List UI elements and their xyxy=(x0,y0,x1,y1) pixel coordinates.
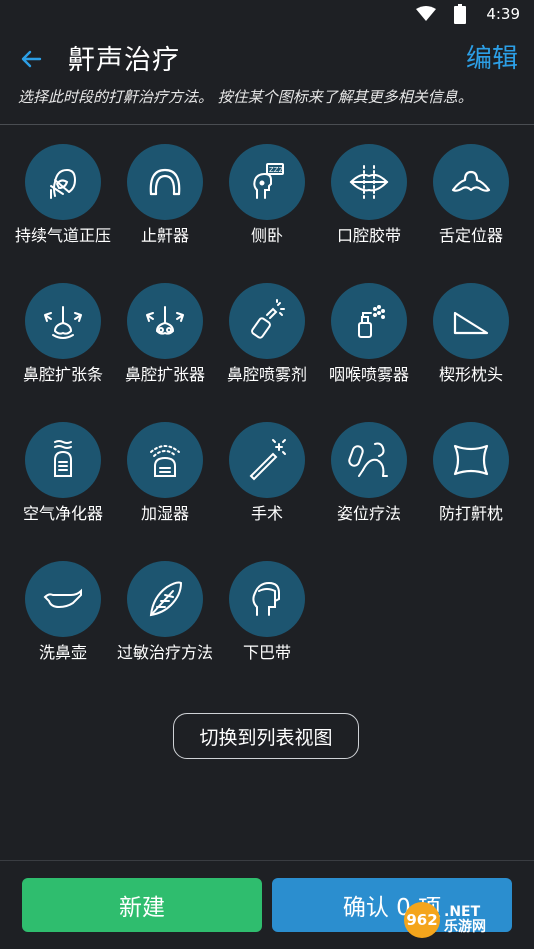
remedy-tile[interactable]: 手术 xyxy=(216,422,318,552)
toggle-list-view-button[interactable]: 切换到列表视图 xyxy=(173,713,359,759)
remedy-label: 鼻腔扩张器 xyxy=(124,365,205,384)
remedy-circle[interactable] xyxy=(127,144,203,220)
remedy-tile[interactable]: ZZZ 侧卧 xyxy=(216,144,318,274)
remedy-label: 过敏治疗方法 xyxy=(116,643,213,662)
air-purifier-icon xyxy=(54,440,72,477)
neti-pot-icon xyxy=(43,588,82,609)
remedy-label: 空气净化器 xyxy=(22,504,103,523)
remedy-circle[interactable] xyxy=(331,422,407,498)
remedy-circle[interactable] xyxy=(127,561,203,637)
nasal-dilator-icon xyxy=(146,306,184,335)
allergy-treatment-icon xyxy=(149,581,183,617)
remedy-circle[interactable] xyxy=(25,422,101,498)
footer-divider xyxy=(0,860,534,861)
remedy-label: 持续气道正压 xyxy=(14,226,111,245)
remedy-circle[interactable] xyxy=(25,561,101,637)
throat-spray-icon xyxy=(358,305,385,338)
remedy-circle[interactable] xyxy=(25,144,101,220)
positional-therapy-icon xyxy=(348,442,388,477)
remedy-tile[interactable]: 鼻腔扩张器 xyxy=(114,283,216,413)
remedy-label: 口腔胶带 xyxy=(336,226,401,245)
back-button[interactable] xyxy=(14,42,48,76)
remedy-tile[interactable]: 口腔胶带 xyxy=(318,144,420,274)
wedge-pillow-icon xyxy=(453,311,489,335)
remedy-circle[interactable] xyxy=(331,283,407,359)
page-title: 鼾声治疗 xyxy=(68,45,180,76)
remedy-label: 姿位疗法 xyxy=(336,504,401,523)
remedy-label: 侧卧 xyxy=(250,226,283,245)
remedy-label: 洗鼻壶 xyxy=(38,643,87,662)
remedy-circle[interactable] xyxy=(127,283,203,359)
remedy-circle[interactable] xyxy=(331,144,407,220)
remedy-tile[interactable]: 楔形枕头 xyxy=(420,283,522,413)
remedy-tile[interactable]: 洗鼻壶 xyxy=(12,561,114,691)
nasal-spray-icon xyxy=(251,299,285,339)
chin-strap-icon xyxy=(252,581,280,616)
remedy-tile[interactable]: 姿位疗法 xyxy=(318,422,420,552)
side-sleep-icon: ZZZ xyxy=(253,163,284,199)
svg-text:ZZZ: ZZZ xyxy=(269,166,284,174)
remedy-label: 手术 xyxy=(250,504,283,523)
remedy-circle[interactable] xyxy=(433,144,509,220)
remedy-tile[interactable]: 过敏治疗方法 xyxy=(114,561,216,691)
watermark-subtext: 乐游网 xyxy=(444,919,486,935)
status-time: 4:39 xyxy=(486,5,520,23)
remedy-label: 加湿器 xyxy=(140,504,189,523)
remedy-tile[interactable]: 咽喉喷雾器 xyxy=(318,283,420,413)
remedy-label: 鼻腔扩张条 xyxy=(22,365,103,384)
remedy-circle[interactable] xyxy=(127,422,203,498)
remedy-tile[interactable]: 加湿器 xyxy=(114,422,216,552)
remedy-tile[interactable]: 舌定位器 xyxy=(420,144,522,274)
remedy-tile[interactable]: 止鼾器 xyxy=(114,144,216,274)
edit-button[interactable]: 编辑 xyxy=(466,38,518,75)
remedy-circle[interactable] xyxy=(433,283,509,359)
remedy-circle[interactable]: ZZZ xyxy=(229,144,305,220)
remedy-tile[interactable]: 下巴带 xyxy=(216,561,318,691)
nasal-strip-icon xyxy=(44,306,82,339)
remedy-label: 止鼾器 xyxy=(140,226,189,245)
remedy-tile[interactable]: 鼻腔扩张条 xyxy=(12,283,114,413)
watermark-logo: 962 .NET 乐游网 xyxy=(404,896,528,944)
instruction-text: 选择此时段的打鼾治疗方法。 按住某个图标来了解其更多相关信息。 xyxy=(18,88,473,106)
wifi-icon xyxy=(416,6,436,21)
remedy-label: 楔形枕头 xyxy=(438,365,503,384)
remedy-label: 鼻腔喷雾剂 xyxy=(226,365,307,384)
watermark-badge: 962 xyxy=(404,902,440,938)
watermark-text: .NET xyxy=(444,904,481,920)
remedy-circle[interactable] xyxy=(229,422,305,498)
remedy-label: 下巴带 xyxy=(242,643,291,662)
cpap-mask-icon xyxy=(50,168,77,199)
remedy-circle[interactable] xyxy=(25,283,101,359)
remedy-tile[interactable]: 鼻腔喷雾剂 xyxy=(216,283,318,413)
watermark-text-block: .NET 乐游网 xyxy=(440,905,486,935)
battery-icon xyxy=(454,4,466,24)
remedy-label: 防打鼾枕 xyxy=(438,504,503,523)
remedy-tile[interactable]: 空气净化器 xyxy=(12,422,114,552)
surgery-icon xyxy=(249,439,286,481)
anti-snore-pillow-icon xyxy=(453,444,489,476)
humidifier-icon xyxy=(150,445,180,477)
app-bar: 鼾声治疗 编辑 xyxy=(0,30,534,84)
new-button[interactable]: 新建 xyxy=(22,878,262,932)
tongue-retainer-icon xyxy=(451,170,491,192)
remedy-label: 舌定位器 xyxy=(438,226,503,245)
remedy-circle[interactable] xyxy=(433,422,509,498)
back-arrow-icon xyxy=(21,50,42,68)
mouthguard-icon xyxy=(149,168,181,196)
remedy-tile[interactable]: 持续气道正压 xyxy=(12,144,114,274)
mouth-tape-icon xyxy=(349,165,389,199)
remedy-circle[interactable] xyxy=(229,561,305,637)
remedy-tile[interactable]: 防打鼾枕 xyxy=(420,422,522,552)
remedy-label: 咽喉喷雾器 xyxy=(328,365,409,384)
divider xyxy=(0,124,534,125)
remedy-circle[interactable] xyxy=(229,283,305,359)
status-bar: 4:39 xyxy=(0,0,534,30)
